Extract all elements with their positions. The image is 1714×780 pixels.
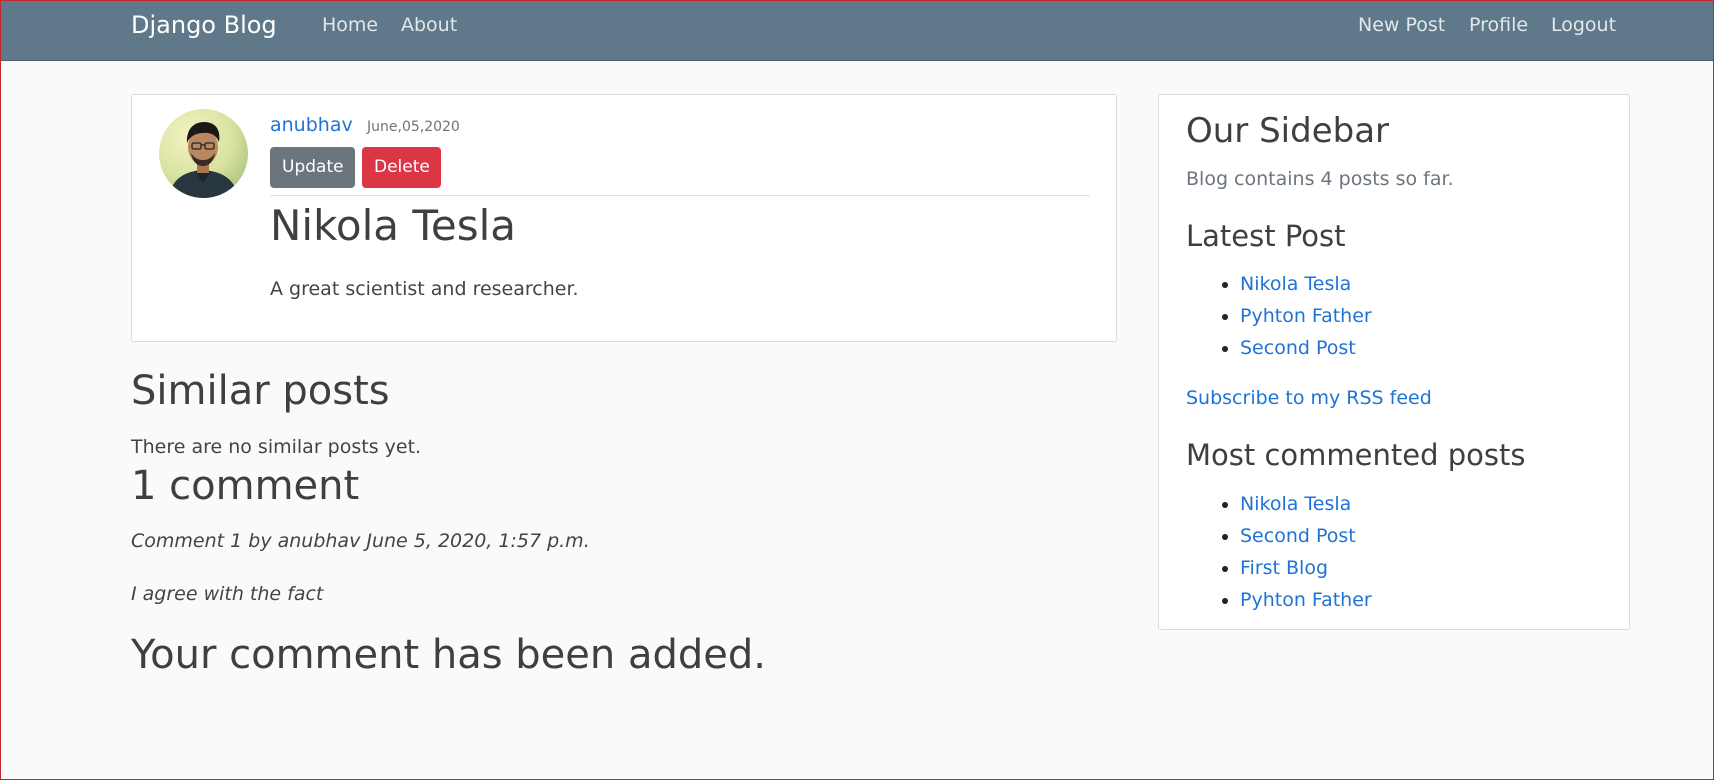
latest-posts-list: Nikola Tesla Pyhton Father Second Post [1186, 268, 1372, 364]
list-item: Pyhton Father [1240, 300, 1372, 332]
post-date: June,05,2020 [367, 119, 460, 135]
most-commented-link[interactable]: First Blog [1240, 557, 1328, 579]
brand-link[interactable]: Django Blog [131, 11, 277, 39]
list-item: First Blog [1240, 552, 1372, 584]
most-commented-link[interactable]: Pyhton Father [1240, 589, 1372, 611]
latest-post-link[interactable]: Second Post [1240, 337, 1356, 359]
post-body: A great scientist and researcher. [270, 278, 579, 300]
comments-count-heading: 1 comment [131, 463, 360, 509]
comment-added-message: Your comment has been added. [131, 632, 766, 678]
post-author-link[interactable]: anubhav [270, 114, 353, 136]
nav-about-link[interactable]: About [401, 14, 457, 36]
nav-logout-link[interactable]: Logout [1551, 14, 1616, 36]
list-item: Second Post [1240, 332, 1372, 364]
sidebar: Our Sidebar Blog contains 4 posts so far… [1158, 94, 1630, 630]
nav-home-link[interactable]: Home [322, 14, 378, 36]
avatar-photo-icon [159, 109, 248, 198]
comment-info: Comment 1 by anubhav June 5, 2020, 1:57 … [131, 530, 590, 552]
nav-profile-link[interactable]: Profile [1469, 14, 1528, 36]
rss-feed-link[interactable]: Subscribe to my RSS feed [1186, 387, 1432, 409]
list-item: Pyhton Father [1240, 584, 1372, 616]
latest-post-link[interactable]: Nikola Tesla [1240, 273, 1351, 295]
sidebar-post-count: Blog contains 4 posts so far. [1186, 168, 1454, 190]
most-commented-link[interactable]: Second Post [1240, 525, 1356, 547]
post-divider [270, 195, 1090, 196]
comment-body: I agree with the fact [131, 583, 324, 605]
similar-posts-text: There are no similar posts yet. [131, 436, 422, 458]
most-commented-heading: Most commented posts [1186, 438, 1526, 472]
list-item: Nikola Tesla [1240, 268, 1372, 300]
post-title: Nikola Tesla [270, 201, 517, 250]
update-button[interactable]: Update [270, 147, 355, 188]
nav-new-post-link[interactable]: New Post [1358, 14, 1445, 36]
post-card: anubhav June,05,2020 Update Delete Nikol… [131, 94, 1117, 342]
latest-post-link[interactable]: Pyhton Father [1240, 305, 1372, 327]
most-commented-link[interactable]: Nikola Tesla [1240, 493, 1351, 515]
similar-posts-heading: Similar posts [131, 368, 390, 414]
top-navbar: Django Blog Home About New Post Profile … [0, 0, 1714, 61]
author-avatar [159, 109, 248, 198]
delete-button[interactable]: Delete [362, 147, 441, 188]
sidebar-title: Our Sidebar [1186, 111, 1390, 151]
list-item: Second Post [1240, 520, 1372, 552]
latest-post-heading: Latest Post [1186, 219, 1346, 253]
list-item: Nikola Tesla [1240, 488, 1372, 520]
most-commented-list: Nikola Tesla Second Post First Blog Pyht… [1186, 488, 1372, 616]
